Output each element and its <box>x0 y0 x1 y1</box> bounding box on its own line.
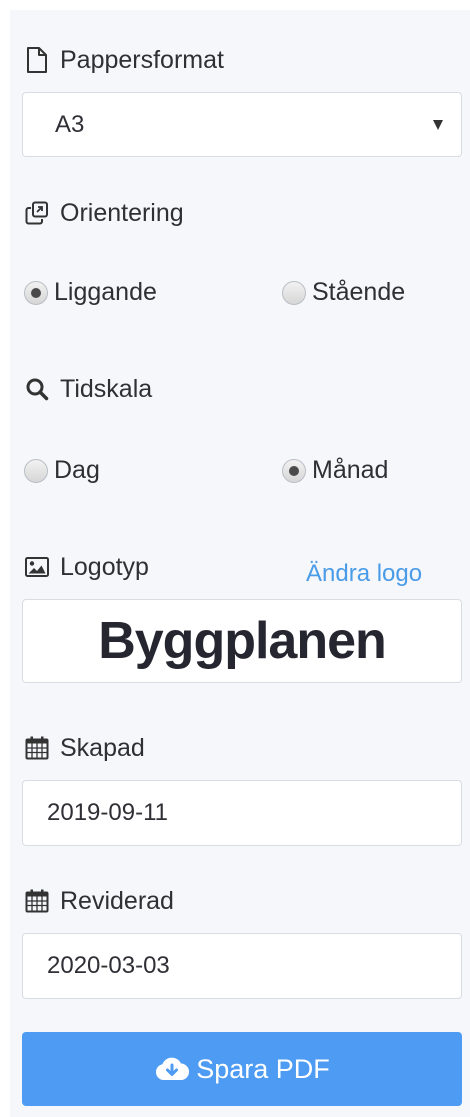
save-pdf-label: Spara PDF <box>196 1053 330 1084</box>
image-icon <box>24 554 50 580</box>
pdf-settings-panel: Pappersformat A3 Orientering Liggande St… <box>10 10 470 1117</box>
radio-manad[interactable]: Månad <box>282 456 388 485</box>
logo-preview: Byggplanen <box>22 599 462 683</box>
radio-button-checked[interactable] <box>282 458 306 483</box>
paper-format-select[interactable]: A3 <box>22 92 462 157</box>
revised-date-input[interactable]: 2020-03-03 <box>22 933 462 999</box>
copy-icon <box>24 200 50 226</box>
radio-label: Stående <box>312 278 406 306</box>
created-date-value: 2019-09-11 <box>47 799 168 826</box>
orientation-label: Orientering <box>60 199 184 227</box>
radio-liggande[interactable]: Liggande <box>24 278 157 307</box>
radio-label: Liggande <box>54 278 157 306</box>
save-pdf-button[interactable]: Spara PDF <box>22 1032 462 1106</box>
chevron-down-icon <box>433 119 443 130</box>
revised-label: Reviderad <box>60 887 174 915</box>
created-date-input[interactable]: 2019-09-11 <box>22 780 462 846</box>
revised-date-value: 2020-03-03 <box>47 952 170 979</box>
timescale-label: Tidskala <box>60 375 153 403</box>
created-label: Skapad <box>60 734 145 762</box>
created-label-row: Skapad <box>24 733 145 763</box>
paper-format-value: A3 <box>55 110 85 138</box>
radio-label: Månad <box>312 456 389 484</box>
revised-label-row: Reviderad <box>24 886 174 916</box>
orientation-label-row: Orientering <box>24 198 184 228</box>
calendar-icon <box>24 888 50 914</box>
timescale-label-row: Tidskala <box>24 374 152 404</box>
radio-button-checked[interactable] <box>24 280 48 305</box>
radio-button[interactable] <box>282 280 306 305</box>
radio-button[interactable] <box>24 458 48 483</box>
radio-staende[interactable]: Stående <box>282 278 405 307</box>
logo-label-row: Logotyp <box>24 552 149 582</box>
paper-format-label-row: Pappersformat <box>24 45 224 75</box>
search-icon <box>24 376 50 402</box>
logo-text: Byggplanen <box>98 612 387 670</box>
radio-label: Dag <box>54 456 100 484</box>
calendar-icon <box>24 735 50 761</box>
file-icon <box>24 47 50 73</box>
paper-format-label: Pappersformat <box>60 46 224 74</box>
logo-label: Logotyp <box>60 553 149 581</box>
radio-dag[interactable]: Dag <box>24 456 100 485</box>
cloud-download-icon <box>154 1056 190 1082</box>
change-logo-link[interactable]: Ändra logo <box>306 560 422 588</box>
